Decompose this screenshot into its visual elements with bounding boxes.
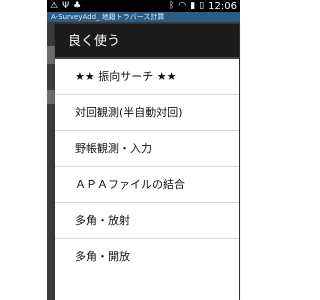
menu-item-apa-file-merge[interactable]: ＡＰＡファイルの結合 [55,167,239,203]
status-bar: ⚠ Ψ ♣ ᛒ ◠ ▮ ▯ 12:06 [47,0,240,12]
menu-item-paired-observation[interactable]: 対回観測(半自動対回) [55,95,239,131]
app-title-bar: A-SurveyAdd_ 地籍トラバース計算 [47,12,240,22]
signal-icon: ▮ [190,1,196,11]
usb-icon: Ψ [62,1,70,11]
app-title: A-SurveyAdd_ 地籍トラバース計算 [51,13,165,21]
wifi-icon: ◠ [178,1,187,11]
background-tab-hint [47,90,55,104]
battery-icon: ▯ [199,1,205,11]
menu-item-swing-search[interactable]: ★★ 振向サーチ ★★ [55,59,239,95]
menu-item-polygon-radial[interactable]: 多角・放射 [55,203,239,239]
menu-item-polygon-open[interactable]: 多角・開放 [55,239,239,275]
background-tab-hint [47,46,55,64]
menu-dialog: 良く使う ★★ 振向サーチ ★★ 対回観測(半自動対回) 野帳観測・入力 ＡＰＡ… [55,24,239,300]
menu-item-fieldbook-input[interactable]: 野帳観測・入力 [55,131,239,167]
android-debug-icon: ♣ [73,1,82,11]
status-time: 12:06 [208,0,237,12]
warning-icon: ⚠ [50,1,59,11]
dialog-title: 良く使う [55,24,239,59]
bluetooth-icon: ᛒ [169,1,175,11]
